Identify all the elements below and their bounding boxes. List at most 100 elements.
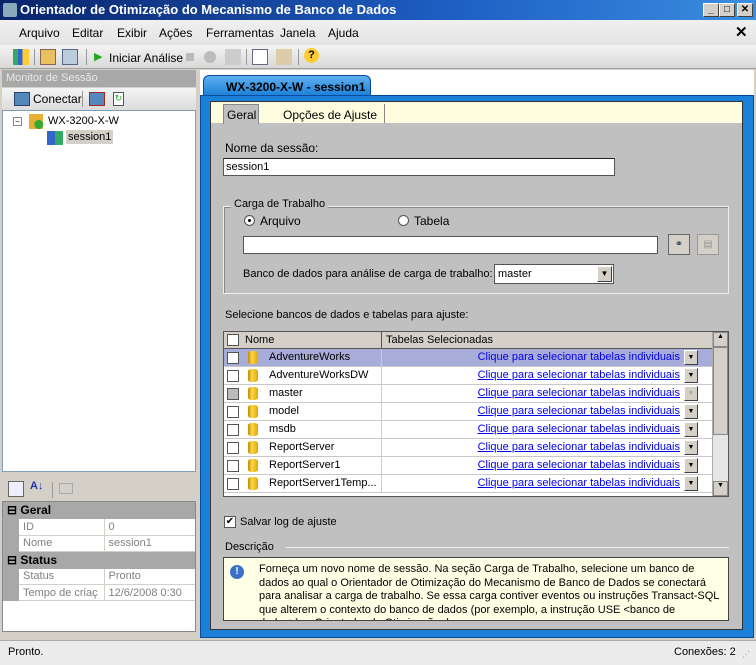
sort-alpha-icon[interactable]: A↓	[30, 480, 43, 492]
browse-table-icon[interactable]: ▤	[697, 234, 719, 255]
row-checkbox[interactable]	[227, 388, 239, 400]
chevron-down-icon[interactable]: ▼	[684, 350, 698, 365]
save-log-checkbox[interactable]: ✔	[224, 516, 236, 528]
select-tables-link[interactable]: Clique para selecionar tabelas individua…	[478, 423, 680, 435]
minimize-button[interactable]: _	[703, 3, 719, 17]
db-select-value: master	[498, 268, 532, 280]
group-status[interactable]: ⊟ Status	[3, 551, 195, 569]
report-icon[interactable]	[252, 49, 268, 65]
menu-exibir[interactable]: Exibir	[117, 26, 147, 40]
session-name-input[interactable]	[223, 158, 615, 176]
scroll-up-icon[interactable]: ▲	[713, 332, 728, 347]
column-nome[interactable]: Nome	[245, 334, 274, 346]
workload-path-input[interactable]	[243, 236, 658, 254]
collapse-icon[interactable]: −	[13, 117, 22, 126]
session-tree: − WX-3200-X-W session1	[2, 110, 196, 472]
table-row[interactable]: model Clique para selecionar tabelas ind…	[224, 403, 728, 421]
property-value[interactable]: Pronto	[104, 568, 195, 585]
tree-server-node[interactable]: WX-3200-X-W	[48, 115, 119, 127]
menu-ajuda[interactable]: Ajuda	[328, 26, 359, 40]
document-tab[interactable]: WX-3200-X-W - session1	[203, 75, 371, 97]
open-workload-icon[interactable]	[62, 49, 78, 65]
server-icon	[29, 114, 43, 129]
chevron-down-icon[interactable]: ▼	[684, 386, 698, 401]
select-tables-link[interactable]: Clique para selecionar tabelas individua…	[478, 351, 680, 363]
property-value[interactable]: session1	[104, 535, 195, 552]
chevron-down-icon[interactable]: ▼	[597, 266, 612, 282]
chevron-down-icon[interactable]: ▼	[684, 458, 698, 473]
chevron-down-icon[interactable]: ▼	[684, 368, 698, 383]
database-icon	[248, 441, 258, 454]
database-grid: Nome Tabelas Selecionadas AdventureWorks…	[223, 331, 729, 497]
start-analysis-button[interactable]: Iniciar Análise	[109, 51, 183, 65]
menu-acoes[interactable]: Ações	[159, 26, 192, 40]
property-value[interactable]: 12/6/2008 0:30	[104, 584, 195, 601]
column-tabelas[interactable]: Tabelas Selecionadas	[386, 334, 493, 346]
grid-scrollbar[interactable]: ▲ ▼	[712, 332, 728, 496]
main-toolbar: ▶ Iniciar Análise ?	[0, 45, 756, 69]
menu-ferramentas[interactable]: Ferramentas	[206, 26, 274, 40]
select-tables-link[interactable]: Clique para selecionar tabelas individua…	[478, 441, 680, 453]
database-name: model	[269, 405, 299, 417]
menu-arquivo[interactable]: Arquivo	[19, 26, 60, 40]
close-button[interactable]: ✕	[737, 3, 753, 17]
table-row[interactable]: ReportServer1Temp... Clique para selecio…	[224, 475, 728, 493]
select-tables-link[interactable]: Clique para selecionar tabelas individua…	[478, 459, 680, 471]
disconnect-icon[interactable]	[89, 92, 105, 106]
table-row[interactable]: AdventureWorksDW Clique para selecionar …	[224, 367, 728, 385]
refresh-icon[interactable]: ↻	[113, 92, 124, 106]
connect-icon[interactable]	[14, 92, 30, 106]
open-session-icon[interactable]	[40, 49, 56, 65]
select-tables-link[interactable]: Clique para selecionar tabelas individua…	[478, 387, 680, 399]
db-select[interactable]: master ▼	[494, 264, 614, 284]
table-row[interactable]: ReportServer Clique para selecionar tabe…	[224, 439, 728, 457]
play-icon[interactable]: ▶	[94, 50, 102, 63]
app-icon	[3, 3, 17, 17]
select-tables-link[interactable]: Clique para selecionar tabelas individua…	[478, 369, 680, 381]
scroll-down-icon[interactable]: ▼	[713, 481, 728, 496]
table-row[interactable]: ReportServer1 Clique para selecionar tab…	[224, 457, 728, 475]
radio-arquivo[interactable]	[244, 215, 255, 226]
cancel-icon[interactable]	[204, 51, 216, 63]
export-icon[interactable]	[225, 49, 241, 65]
group-label: Status	[20, 552, 58, 567]
select-all-checkbox[interactable]	[227, 334, 239, 346]
row-checkbox[interactable]	[227, 352, 239, 364]
tab-geral[interactable]: Geral	[223, 104, 259, 124]
group-geral[interactable]: ⊟ Geral	[3, 502, 195, 519]
scroll-thumb[interactable]	[713, 347, 728, 435]
chevron-down-icon[interactable]: ▼	[684, 440, 698, 455]
menu-janela[interactable]: Janela	[280, 26, 315, 40]
tab-opcoes-ajuste[interactable]: Opções de Ajuste	[259, 104, 385, 123]
connect-button[interactable]: Conectar	[33, 92, 82, 106]
browse-file-icon[interactable]: ⚭	[668, 234, 690, 255]
chevron-down-icon[interactable]: ▼	[684, 476, 698, 491]
table-row[interactable]: AdventureWorks Clique para selecionar ta…	[224, 349, 728, 367]
row-checkbox[interactable]	[227, 424, 239, 436]
select-tables-link[interactable]: Clique para selecionar tabelas individua…	[478, 477, 680, 489]
database-name: master	[269, 387, 303, 399]
row-checkbox[interactable]	[227, 442, 239, 454]
new-session-icon[interactable]	[13, 49, 29, 65]
tree-session-node[interactable]: session1	[66, 130, 114, 144]
chevron-down-icon[interactable]: ▼	[684, 404, 698, 419]
resize-grip-icon[interactable]: ⋰	[742, 650, 750, 659]
description-text: Forneça um novo nome de sessão. Na seção…	[259, 563, 720, 620]
maximize-button[interactable]: □	[719, 3, 735, 17]
chevron-down-icon[interactable]: ▼	[684, 422, 698, 437]
row-checkbox[interactable]	[227, 406, 239, 418]
row-checkbox[interactable]	[227, 460, 239, 472]
mdi-close-icon[interactable]: ✕	[735, 23, 748, 41]
row-checkbox[interactable]	[227, 370, 239, 382]
radio-tabela[interactable]	[398, 215, 409, 226]
select-tables-link[interactable]: Clique para selecionar tabelas individua…	[478, 405, 680, 417]
property-value[interactable]: 0	[104, 519, 195, 536]
row-checkbox[interactable]	[227, 478, 239, 490]
table-row[interactable]: msdb Clique para selecionar tabelas indi…	[224, 421, 728, 439]
categorized-icon[interactable]	[8, 481, 24, 497]
menu-editar[interactable]: Editar	[72, 26, 103, 40]
options-icon[interactable]	[276, 49, 292, 65]
table-row[interactable]: master Clique para selecionar tabelas in…	[224, 385, 728, 403]
stop-icon[interactable]	[186, 53, 194, 61]
help-icon[interactable]: ?	[304, 48, 319, 63]
